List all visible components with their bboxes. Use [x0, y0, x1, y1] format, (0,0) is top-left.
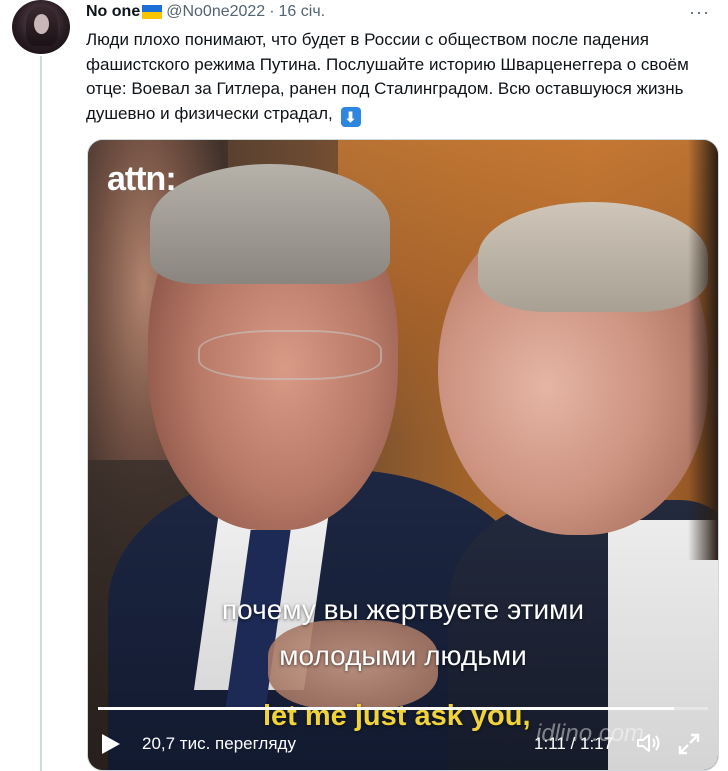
tweet-text: Люди плохо понимают, что будет в России …	[86, 28, 716, 127]
tweet-header: No one @No0ne2022 · 16 січ.	[86, 1, 325, 23]
avatar[interactable]	[12, 0, 70, 54]
left-man-hair	[150, 164, 390, 284]
author-name[interactable]: No one	[86, 3, 140, 21]
volume-icon[interactable]	[636, 732, 662, 754]
fullscreen-icon[interactable]	[677, 732, 701, 756]
progress-bar[interactable]	[98, 707, 708, 710]
thread-line	[40, 56, 42, 771]
progress-fill	[98, 707, 674, 710]
tweet-time[interactable]: 16 січ.	[279, 3, 326, 21]
more-options-icon[interactable]: ···	[689, 2, 710, 23]
caption-ru-line1: почему вы жертвуете этими	[222, 594, 584, 625]
avatar-face	[34, 14, 49, 34]
right-shadow	[688, 140, 718, 560]
view-count: 20,7 тис. перегляду	[142, 734, 296, 753]
right-man-hair	[478, 202, 708, 312]
current-time: 1:11	[534, 734, 566, 753]
down-arrow-emoji: ⬇	[340, 106, 361, 127]
video-controls: 20,7 тис. перегляду 1:11 / 1:17	[88, 728, 718, 762]
timecode: 1:11 / 1:17	[534, 734, 613, 754]
time-separator: /	[565, 734, 580, 753]
caption-ru-line2: молодыми людьми	[279, 640, 527, 671]
author-handle[interactable]: @No0ne2022	[166, 3, 265, 21]
ukraine-flag-icon	[142, 5, 163, 19]
tweet-body: Люди плохо понимают, что будет в России …	[86, 30, 689, 123]
video-player[interactable]: attn: почему вы жертвуете этими молодыми…	[87, 139, 719, 771]
separator-dot: ·	[269, 3, 275, 20]
glasses	[198, 330, 382, 380]
duration: 1:17	[580, 734, 614, 753]
play-icon[interactable]	[102, 734, 120, 754]
attn-logo: attn:	[107, 160, 177, 198]
